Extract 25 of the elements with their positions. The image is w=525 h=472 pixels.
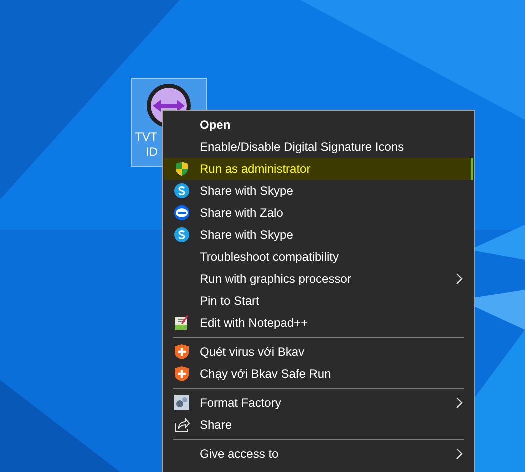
menu-item[interactable]: Quét virus với Bkav: [164, 341, 473, 363]
menu-item[interactable]: Pin to Start: [164, 290, 473, 312]
skype-icon: [174, 183, 190, 199]
menu-item[interactable]: Share with Skype: [164, 180, 473, 202]
menu-item[interactable]: Give access to: [164, 443, 473, 465]
menu-item[interactable]: Troubleshoot compatibility: [164, 246, 473, 268]
shield-plus-icon: [174, 366, 190, 382]
skype-icon: [174, 227, 190, 243]
menu-item[interactable]: Run with graphics processor: [164, 268, 473, 290]
shield-icon: [174, 161, 190, 177]
zalo-icon: [174, 205, 190, 221]
share-icon: [174, 417, 190, 433]
notepad-icon: [174, 315, 190, 331]
menu-item[interactable]: Open: [164, 114, 473, 136]
menu-item[interactable]: Share with Zalo: [164, 202, 473, 224]
icon-label: TVT: [134, 130, 158, 145]
menu-item[interactable]: Format Factory: [164, 392, 473, 414]
menu-item[interactable]: Share: [164, 414, 473, 436]
shield-plus-icon: [174, 344, 190, 360]
icon-label: ID: [145, 145, 158, 160]
menu-item[interactable]: Run as administrator: [164, 158, 473, 180]
menu-item[interactable]: Chạy với Bkav Safe Run: [164, 363, 473, 385]
menu-item[interactable]: Share with Skype: [164, 224, 473, 246]
menu-item[interactable]: Edit with Notepad++: [164, 312, 473, 334]
menu-item[interactable]: Enable/Disable Digital Signature Icons: [164, 136, 473, 158]
